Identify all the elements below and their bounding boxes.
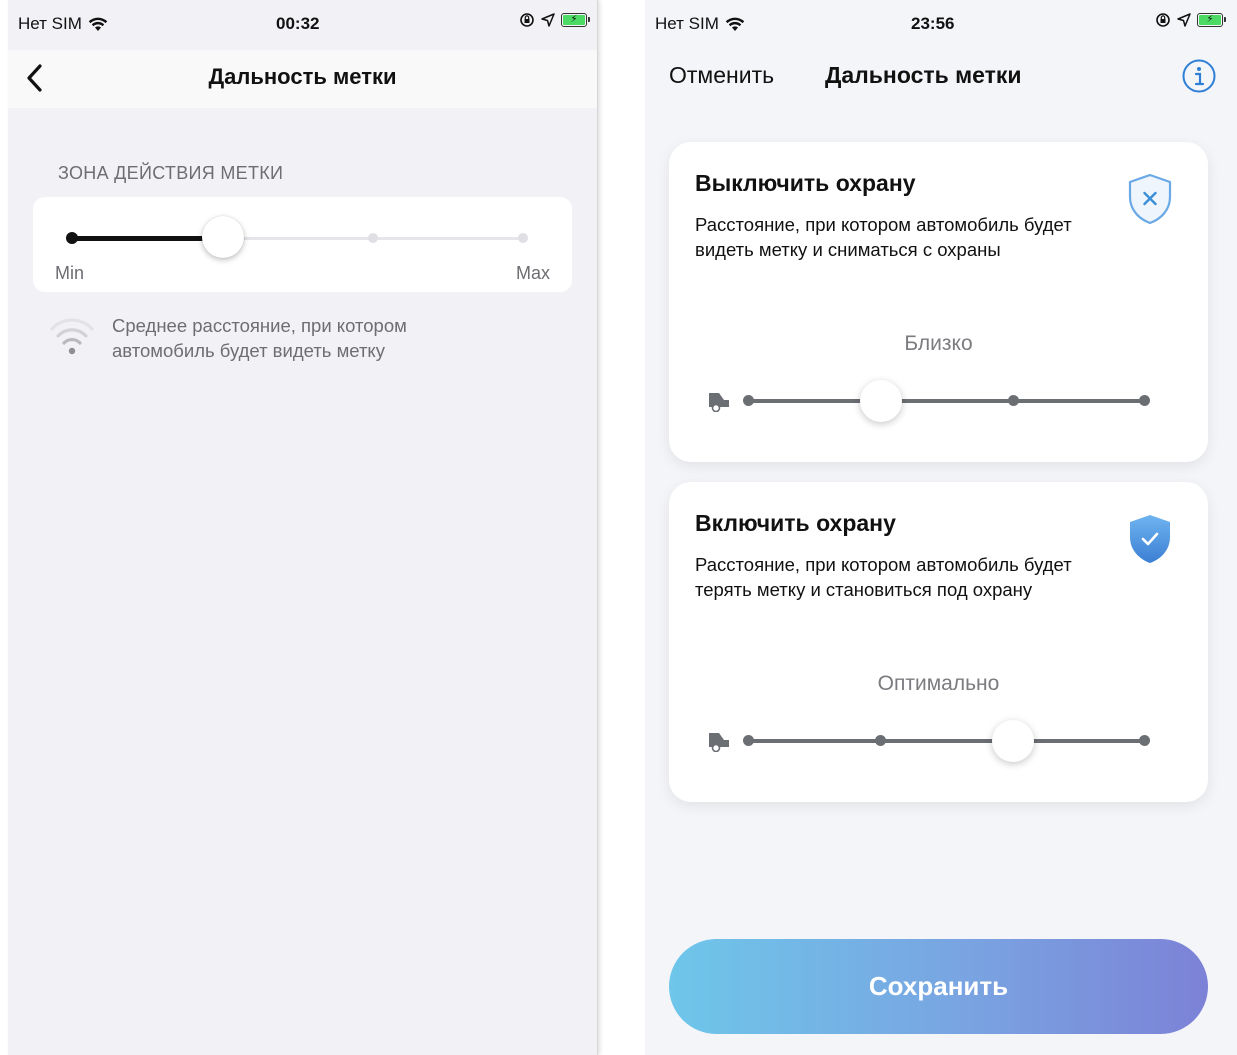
carrier-label: Нет SIM	[655, 14, 719, 33]
orientation-lock-icon	[520, 13, 534, 27]
hint-text: Среднее расстояние, при котором автомоби…	[112, 315, 407, 361]
carrier-label: Нет SIM	[18, 14, 82, 33]
navigation-bar: Отменить Дальность метки	[645, 50, 1237, 106]
shield-check-icon	[1130, 515, 1170, 563]
slider-track	[747, 739, 1145, 743]
arm-card: Включить охрану Расстояние, при котором …	[669, 482, 1208, 802]
slider-min-label: Min	[55, 263, 85, 283]
status-right: ⚡	[1155, 12, 1226, 28]
slider-stop-3	[368, 233, 378, 243]
range-level-label: Близко	[904, 332, 973, 355]
range-level-label: Оптимально	[877, 672, 1000, 695]
page-title: Дальность метки	[825, 62, 1022, 88]
carrier-indicator: Нет SIM	[18, 14, 108, 34]
slider-fill	[71, 236, 223, 241]
location-icon	[1177, 13, 1191, 27]
card-description: Расстояние, при котором автомобиль будет…	[695, 554, 1072, 600]
section-caption: ЗОНА ДЕЙСТВИЯ МЕТКИ	[58, 163, 284, 183]
status-right: ⚡	[519, 12, 590, 28]
orientation-lock-icon	[1156, 13, 1170, 27]
slider-stop-4	[1139, 735, 1150, 746]
disarm-range-slider-thumb[interactable]	[860, 380, 902, 422]
status-time: 00:32	[276, 14, 320, 33]
arm-range-slider-thumb[interactable]	[992, 720, 1034, 762]
car-icon	[709, 733, 729, 752]
status-bar: Нет SIM 00:32 ⚡	[8, 0, 597, 50]
slider-stop-2	[875, 735, 886, 746]
carrier-indicator: Нет SIM	[655, 14, 745, 34]
slider-stop-4	[518, 233, 528, 243]
signal-strength-icon	[50, 318, 94, 355]
hint-row: Среднее расстояние, при котором автомоби…	[50, 313, 492, 363]
slider-stop-1	[743, 735, 754, 746]
battery-icon: ⚡	[1197, 13, 1226, 27]
slider-max-label: Max	[515, 263, 550, 283]
slider-stop-1	[66, 232, 78, 244]
right-screen: Нет SIM 23:56 ⚡ Отменить Дальность метки	[645, 0, 1237, 1055]
navigation-bar: Дальность метки	[8, 50, 597, 108]
info-icon[interactable]	[1181, 58, 1217, 94]
slider-stop-1	[743, 395, 754, 406]
range-slider-card: Min Max	[33, 197, 572, 292]
save-button[interactable]: Сохранить	[669, 939, 1208, 1034]
card-description: Расстояние, при котором автомобиль будет…	[695, 214, 1072, 260]
slider-stop-3	[1008, 395, 1019, 406]
range-slider-thumb[interactable]	[202, 216, 244, 258]
slider-stop-4	[1139, 395, 1150, 406]
battery-icon: ⚡	[561, 13, 590, 27]
location-icon	[541, 13, 555, 27]
cancel-button[interactable]: Отменить	[669, 62, 774, 89]
status-time: 23:56	[911, 14, 955, 33]
disarm-card: Выключить охрану Расстояние, при котором…	[669, 142, 1208, 462]
page-title: Дальность метки	[208, 64, 397, 89]
card-title: Выключить охрану	[695, 170, 916, 196]
slider-track	[747, 399, 1145, 403]
shield-off-icon	[1128, 173, 1172, 225]
card-title: Включить охрану	[695, 510, 896, 536]
status-bar: Нет SIM 23:56 ⚡	[645, 0, 1237, 50]
wifi-status-icon	[725, 17, 745, 31]
wifi-status-icon	[88, 17, 108, 31]
car-icon	[709, 393, 729, 412]
left-screen: Нет SIM 00:32 ⚡ Дальность метки ЗОНА ДЕЙ…	[8, 0, 598, 1055]
